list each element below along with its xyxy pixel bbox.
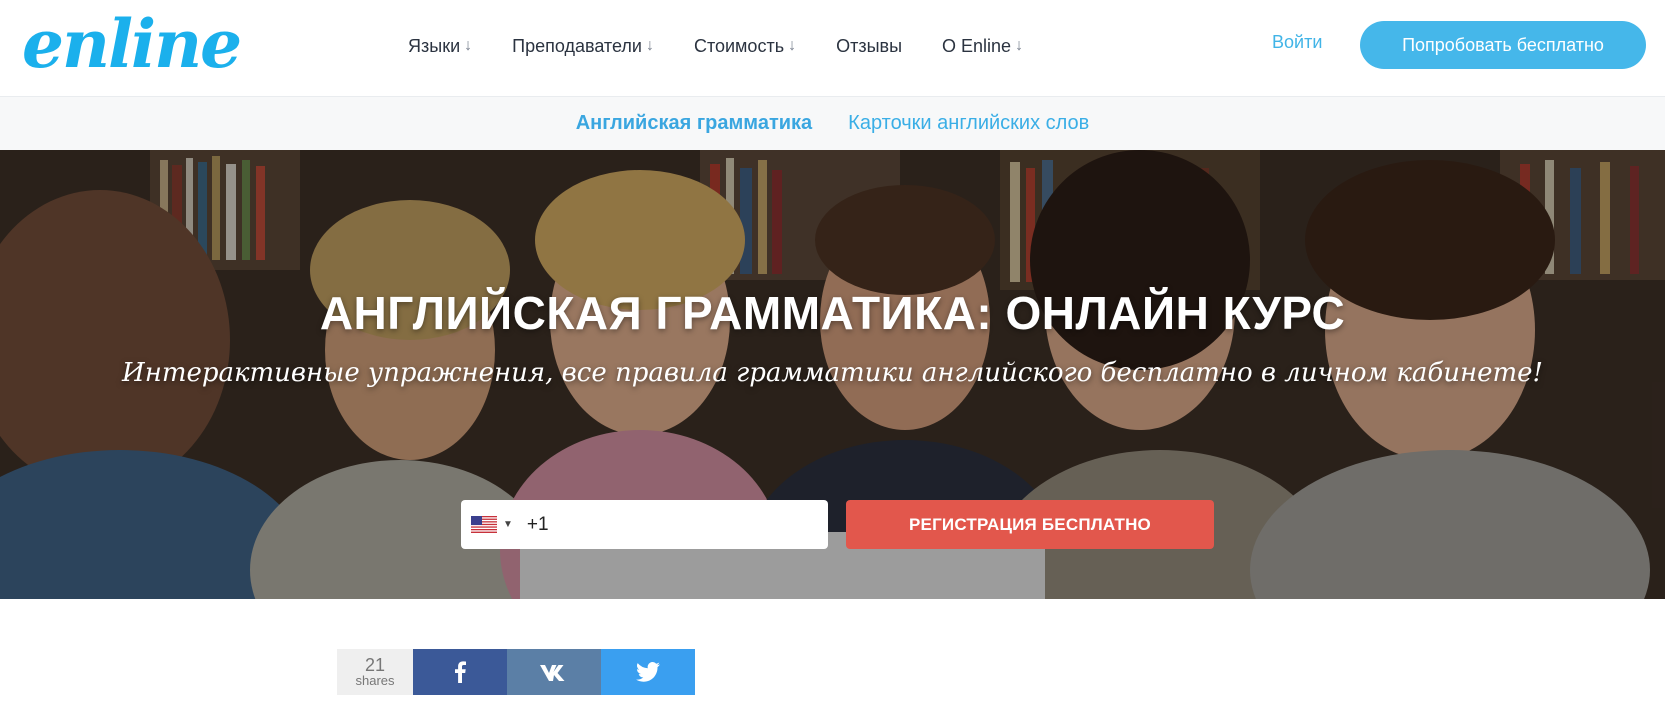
arrow-down-icon: ↓ [645,37,654,54]
subnav-item-grammar[interactable]: Английская грамматика [576,112,812,135]
share-count: 21 shares [337,649,413,695]
nav-item-about[interactable]: О Enline ↓ [942,36,1023,57]
share-bar: 21 shares [337,649,695,695]
share-vk-button[interactable] [507,649,601,695]
register-button[interactable]: РЕГИСТРАЦИЯ БЕСПЛАТНО [846,500,1214,549]
logo-text: enline [22,5,242,83]
phone-input[interactable]: ▼ +1 [461,500,828,549]
us-flag-icon[interactable] [471,516,497,533]
subnav-item-flashcards[interactable]: Карточки английских слов [848,112,1089,135]
nav-item-label: Стоимость [693,35,785,56]
facebook-icon [455,661,466,683]
caret-down-icon[interactable]: ▼ [503,519,513,530]
share-count-label: shares [355,673,395,688]
phone-value: +1 [526,513,549,535]
main-nav: Языки ↓ Преподаватели ↓ Стоимость ↓ Отзы… [408,0,1063,92]
login-link[interactable]: Войти [1272,32,1322,53]
site-header: enline Языки ↓ Преподаватели ↓ Стоимость… [0,0,1665,97]
share-facebook-button[interactable] [413,649,507,695]
arrow-down-icon: ↓ [1015,37,1024,54]
nav-item-label: Языки [408,35,461,56]
nav-item-label: Преподаватели [512,35,642,56]
hero-title: АНГЛИЙСКАЯ ГРАММАТИКА: ОНЛАЙН КУРС [319,287,1346,339]
share-count-number: 21 [364,655,386,675]
hero-subtitle: Интерактивные упражнения, все правила гр… [122,358,1543,388]
nav-item-reviews[interactable]: Отзывы [836,36,902,57]
enline-logo[interactable]: enline [22,8,242,80]
arrow-down-icon: ↓ [464,37,473,54]
nav-item-teachers[interactable]: Преподаватели ↓ [512,36,654,57]
share-twitter-button[interactable] [601,649,695,695]
arrow-down-icon: ↓ [788,37,797,54]
nav-item-label: Отзывы [836,35,903,56]
nav-item-languages[interactable]: Языки ↓ [408,36,472,57]
try-free-button[interactable]: Попробовать бесплатно [1360,21,1646,69]
nav-item-pricing[interactable]: Стоимость ↓ [694,36,796,57]
sub-nav: Английская грамматика Карточки английски… [0,97,1665,150]
nav-item-label: О Enline [942,35,1012,56]
twitter-icon [636,662,660,682]
hero-banner: АНГЛИЙСКАЯ ГРАММАТИКА: ОНЛАЙН КУРС Интер… [0,150,1665,599]
vk-icon [540,665,565,681]
